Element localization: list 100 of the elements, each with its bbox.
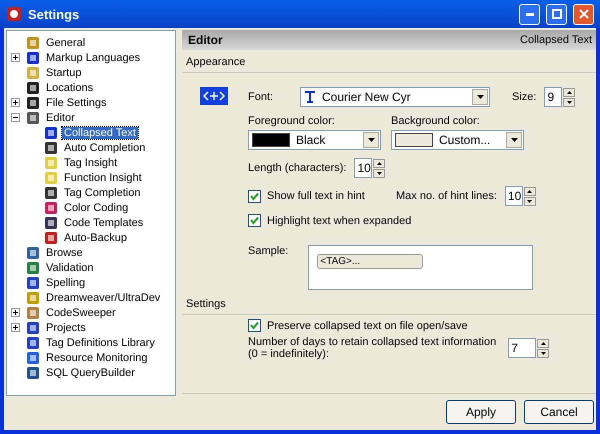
tree-item-icon [43,154,59,170]
tree-item-icon [25,64,41,80]
tree-item-icon [25,304,41,320]
checkbox[interactable] [248,190,261,202]
window-title: Settings [28,6,80,22]
field-label: Foreground color: [248,115,336,127]
spin-up-icon[interactable] [524,186,536,196]
length-field[interactable]: 10 [354,158,372,178]
spin-down-icon[interactable] [373,168,386,178]
tree-item[interactable]: Dreamweaver/UltraDev [44,292,162,304]
tree-item-icon [25,274,41,290]
tree-item-icon [25,94,41,110]
field-label: Size: [512,91,536,103]
tree-item[interactable]: Code Templates [62,216,146,228]
font-icon [304,91,316,103]
tree-item-icon [25,34,41,50]
tree-item[interactable]: Spelling [44,276,88,288]
tree-item-icon [25,260,41,276]
field-label: Length (characters): [248,162,346,174]
expand-icon[interactable] [11,308,20,317]
checkbox[interactable] [248,319,261,332]
app-icon [6,6,22,22]
tree-item-icon [43,170,59,186]
expand-icon[interactable] [11,323,20,332]
checkbox-label: Preserve collapsed text on file open/save [267,320,468,332]
maximize-button[interactable] [546,4,567,24]
section-title: Settings [186,298,226,310]
tree-item-icon [43,230,59,246]
tree-item[interactable]: Tag Insight [62,156,120,168]
spin-up-icon[interactable] [563,88,576,96]
tree-item[interactable]: Collapsed Text [62,126,138,138]
field-note: (0 = indefinitely): [248,348,330,360]
spin-down-icon[interactable] [537,348,550,358]
tree-item[interactable]: Function Insight [62,172,144,184]
field-label: Font: [248,91,274,103]
tree-item-icon [43,124,59,140]
tree-item[interactable]: Markup Languages [44,52,142,64]
tree-item[interactable]: General [44,36,88,48]
tree-item[interactable]: SQL QueryBuilder [44,366,137,378]
tree-item-icon [25,80,41,96]
tree-item[interactable]: File Settings [44,96,109,108]
spin-up-icon[interactable] [537,338,550,348]
foreground-dropdown[interactable]: Black [248,130,381,150]
section-title: Appearance [186,56,246,68]
tree-item-icon [25,110,41,126]
header-page: Collapsed Text [520,34,592,46]
field-label: Background color: [391,115,481,127]
tree-item-icon [25,50,41,66]
tree-item-icon [43,184,59,200]
tree-item[interactable]: Validation [44,262,96,274]
tree-item-icon [25,290,41,306]
close-button[interactable] [573,4,594,24]
days-field[interactable]: 7 [508,338,536,358]
checkbox-label: Highlight text when expanded [267,214,412,226]
checkbox-label: Show full text in hint [267,190,365,202]
tree-item[interactable]: Locations [44,82,96,94]
tree-item-icon [25,334,41,350]
spin-up-icon[interactable] [373,158,386,168]
caret-icon [368,138,374,142]
sample-text: <TAG>... [317,254,424,269]
tree-item[interactable]: Startup [44,66,84,78]
tree-item[interactable]: Tag Completion [62,186,142,198]
hint-lines-field[interactable]: 10 [504,186,523,206]
caret-icon [510,138,518,142]
minimize-button[interactable] [519,4,540,24]
field-label: Number of days to retain collapsed text information [248,336,496,348]
caret-icon [476,95,484,99]
size-field[interactable]: 9 [544,87,562,107]
minimize-icon [526,12,534,16]
tree-item-icon [43,200,59,216]
dialog-button[interactable]: Cancel [524,400,594,424]
close-icon [578,9,588,19]
tree-item[interactable]: Editor [44,112,77,124]
tree-item[interactable]: Resource Monitoring [44,352,150,364]
expand-icon[interactable] [11,53,20,62]
checkbox[interactable] [248,214,261,227]
header-title: Editor [188,33,223,47]
tree-item-icon [43,214,59,230]
expand-icon[interactable] [11,98,20,107]
field-label: Max no. of hint lines: [396,190,497,202]
collapsed-text-icon [200,87,228,105]
tree-item-icon [25,244,41,260]
tree-item[interactable]: Color Coding [62,202,130,214]
tree-item[interactable]: Auto Completion [62,142,148,154]
tree-item-icon [43,140,59,156]
tree-item-icon [25,320,41,336]
dialog-button[interactable]: Apply [446,400,516,424]
tree-item[interactable]: Auto-Backup [62,232,129,244]
tree-item[interactable]: Tag Definitions Library [44,336,157,348]
background-dropdown[interactable]: Custom... [391,130,524,150]
spin-down-icon[interactable] [563,98,576,106]
tree-item[interactable]: CodeSweeper [44,306,118,318]
maximize-icon [552,9,562,19]
font-dropdown[interactable]: Courier New Cyr [300,87,490,107]
field-label: Sample: [248,245,288,257]
tree-item[interactable]: Projects [44,322,88,334]
collapse-icon[interactable] [11,113,20,122]
tree-item-icon [25,350,41,366]
tree-item[interactable]: Browse [44,246,85,258]
spin-down-icon[interactable] [524,196,536,206]
